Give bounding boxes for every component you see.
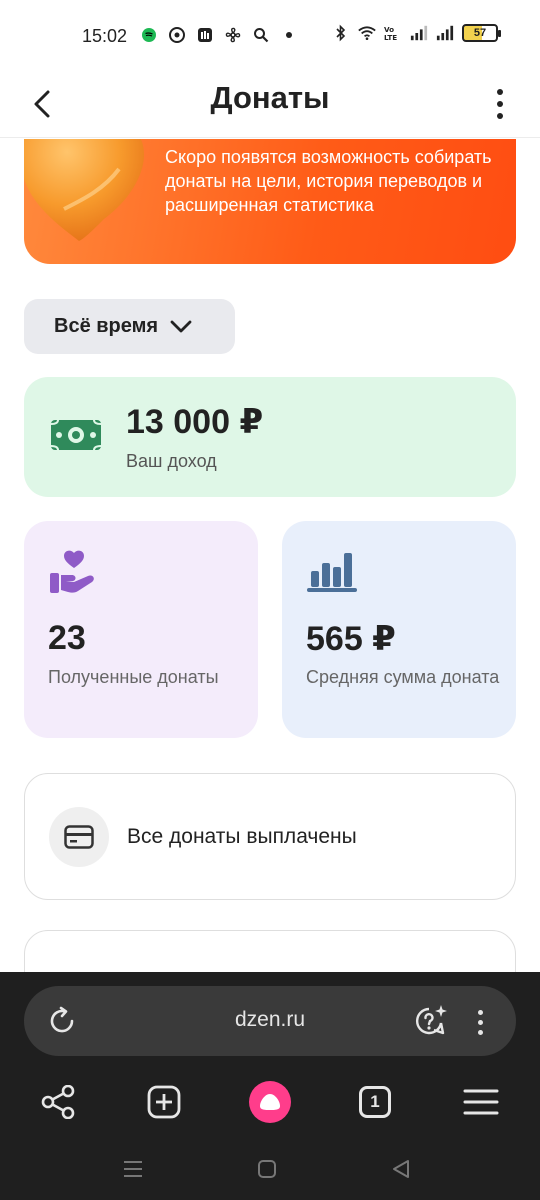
home-square-icon bbox=[258, 1160, 276, 1178]
browser-more-button[interactable] bbox=[470, 1004, 490, 1040]
dot-icon bbox=[477, 1009, 483, 1015]
period-filter-dropdown[interactable]: Всё время bbox=[24, 299, 235, 354]
home-button[interactable] bbox=[252, 1154, 282, 1184]
browser-toolbar: 1 bbox=[0, 1076, 540, 1128]
status-time: 15:02 bbox=[82, 26, 128, 46]
battery-icon: 57 bbox=[462, 24, 501, 42]
fan-icon bbox=[224, 26, 242, 44]
address-bar[interactable]: dzen.ru bbox=[24, 986, 516, 1056]
dot-icon bbox=[477, 1029, 483, 1035]
more-options-button[interactable] bbox=[490, 84, 510, 124]
system-nav-bar bbox=[0, 1148, 540, 1188]
chrome-icon bbox=[168, 26, 186, 44]
average-donation-value: 565 ₽ bbox=[306, 620, 396, 658]
card-icon bbox=[49, 807, 109, 867]
banner-text: Скоро появятся возможность собирать дона… bbox=[165, 147, 492, 215]
wifi-icon bbox=[358, 24, 376, 42]
alice-icon bbox=[249, 1081, 291, 1123]
payout-status-row[interactable]: Все донаты выплачены bbox=[24, 773, 516, 900]
income-amount: 13 000 ₽ bbox=[126, 403, 264, 441]
money-icon bbox=[50, 419, 102, 451]
donations-count-label: Полученные донаты bbox=[48, 667, 219, 687]
back-triangle-icon bbox=[393, 1160, 409, 1178]
donations-count-card: 23 Полученные донаты bbox=[24, 521, 258, 738]
plus-square-icon bbox=[147, 1085, 181, 1119]
donations-count-value: 23 bbox=[48, 619, 86, 657]
income-label: Ваш доход bbox=[126, 451, 217, 471]
filter-label: Всё время bbox=[54, 315, 159, 337]
question-sparkle-icon bbox=[416, 1005, 447, 1035]
dot-icon bbox=[477, 1019, 483, 1025]
ai-assistant-button[interactable] bbox=[412, 1002, 450, 1040]
new-tab-button[interactable] bbox=[142, 1080, 186, 1124]
system-back-button[interactable] bbox=[386, 1154, 416, 1184]
bar-chart-icon bbox=[307, 553, 357, 592]
average-donation-card: 565 ₽ Средняя сумма доната bbox=[282, 521, 516, 738]
dot-icon bbox=[497, 89, 503, 95]
app-icon bbox=[196, 26, 214, 44]
hamburger-icon bbox=[463, 1089, 499, 1115]
bluetooth-icon bbox=[332, 24, 350, 42]
heart-icon bbox=[24, 139, 144, 241]
recent-apps-icon bbox=[124, 1161, 142, 1177]
average-donation-label: Средняя сумма доната bbox=[306, 667, 500, 687]
payout-status-label: Все донаты выплачены bbox=[127, 825, 357, 848]
notification-icons bbox=[140, 26, 298, 44]
system-icons: Vo LTE 57 bbox=[332, 24, 501, 42]
spotify-icon bbox=[140, 26, 158, 44]
promo-banner: Скоро появятся возможность собирать дона… bbox=[24, 139, 516, 264]
status-bar: 15:02 Vo LTE 57 bbox=[0, 0, 540, 70]
svg-text:LTE: LTE bbox=[384, 33, 397, 42]
dot-icon bbox=[497, 113, 503, 119]
volte-icon: Vo LTE bbox=[384, 24, 402, 42]
tabs-button[interactable]: 1 bbox=[353, 1080, 397, 1124]
heart-hand-icon bbox=[50, 550, 94, 593]
recent-apps-button[interactable] bbox=[118, 1154, 148, 1184]
chevron-down-icon bbox=[170, 320, 192, 332]
alice-assistant-button[interactable] bbox=[248, 1080, 292, 1124]
menu-button[interactable] bbox=[459, 1080, 503, 1124]
dot-icon bbox=[280, 26, 298, 44]
signal-icon-1 bbox=[410, 24, 428, 42]
share-button[interactable] bbox=[36, 1080, 80, 1124]
search-icon bbox=[252, 26, 270, 44]
dot-icon bbox=[497, 101, 503, 107]
share-icon bbox=[41, 1085, 75, 1119]
tabs-count: 1 bbox=[359, 1086, 391, 1118]
income-card: 13 000 ₽ Ваш доход bbox=[24, 377, 516, 497]
page-title: Донаты bbox=[210, 80, 330, 115]
signal-icon-2 bbox=[436, 24, 454, 42]
browser-bottom-bar: dzen.ru 1 bbox=[0, 972, 540, 1200]
app-header: Донаты bbox=[0, 70, 540, 138]
